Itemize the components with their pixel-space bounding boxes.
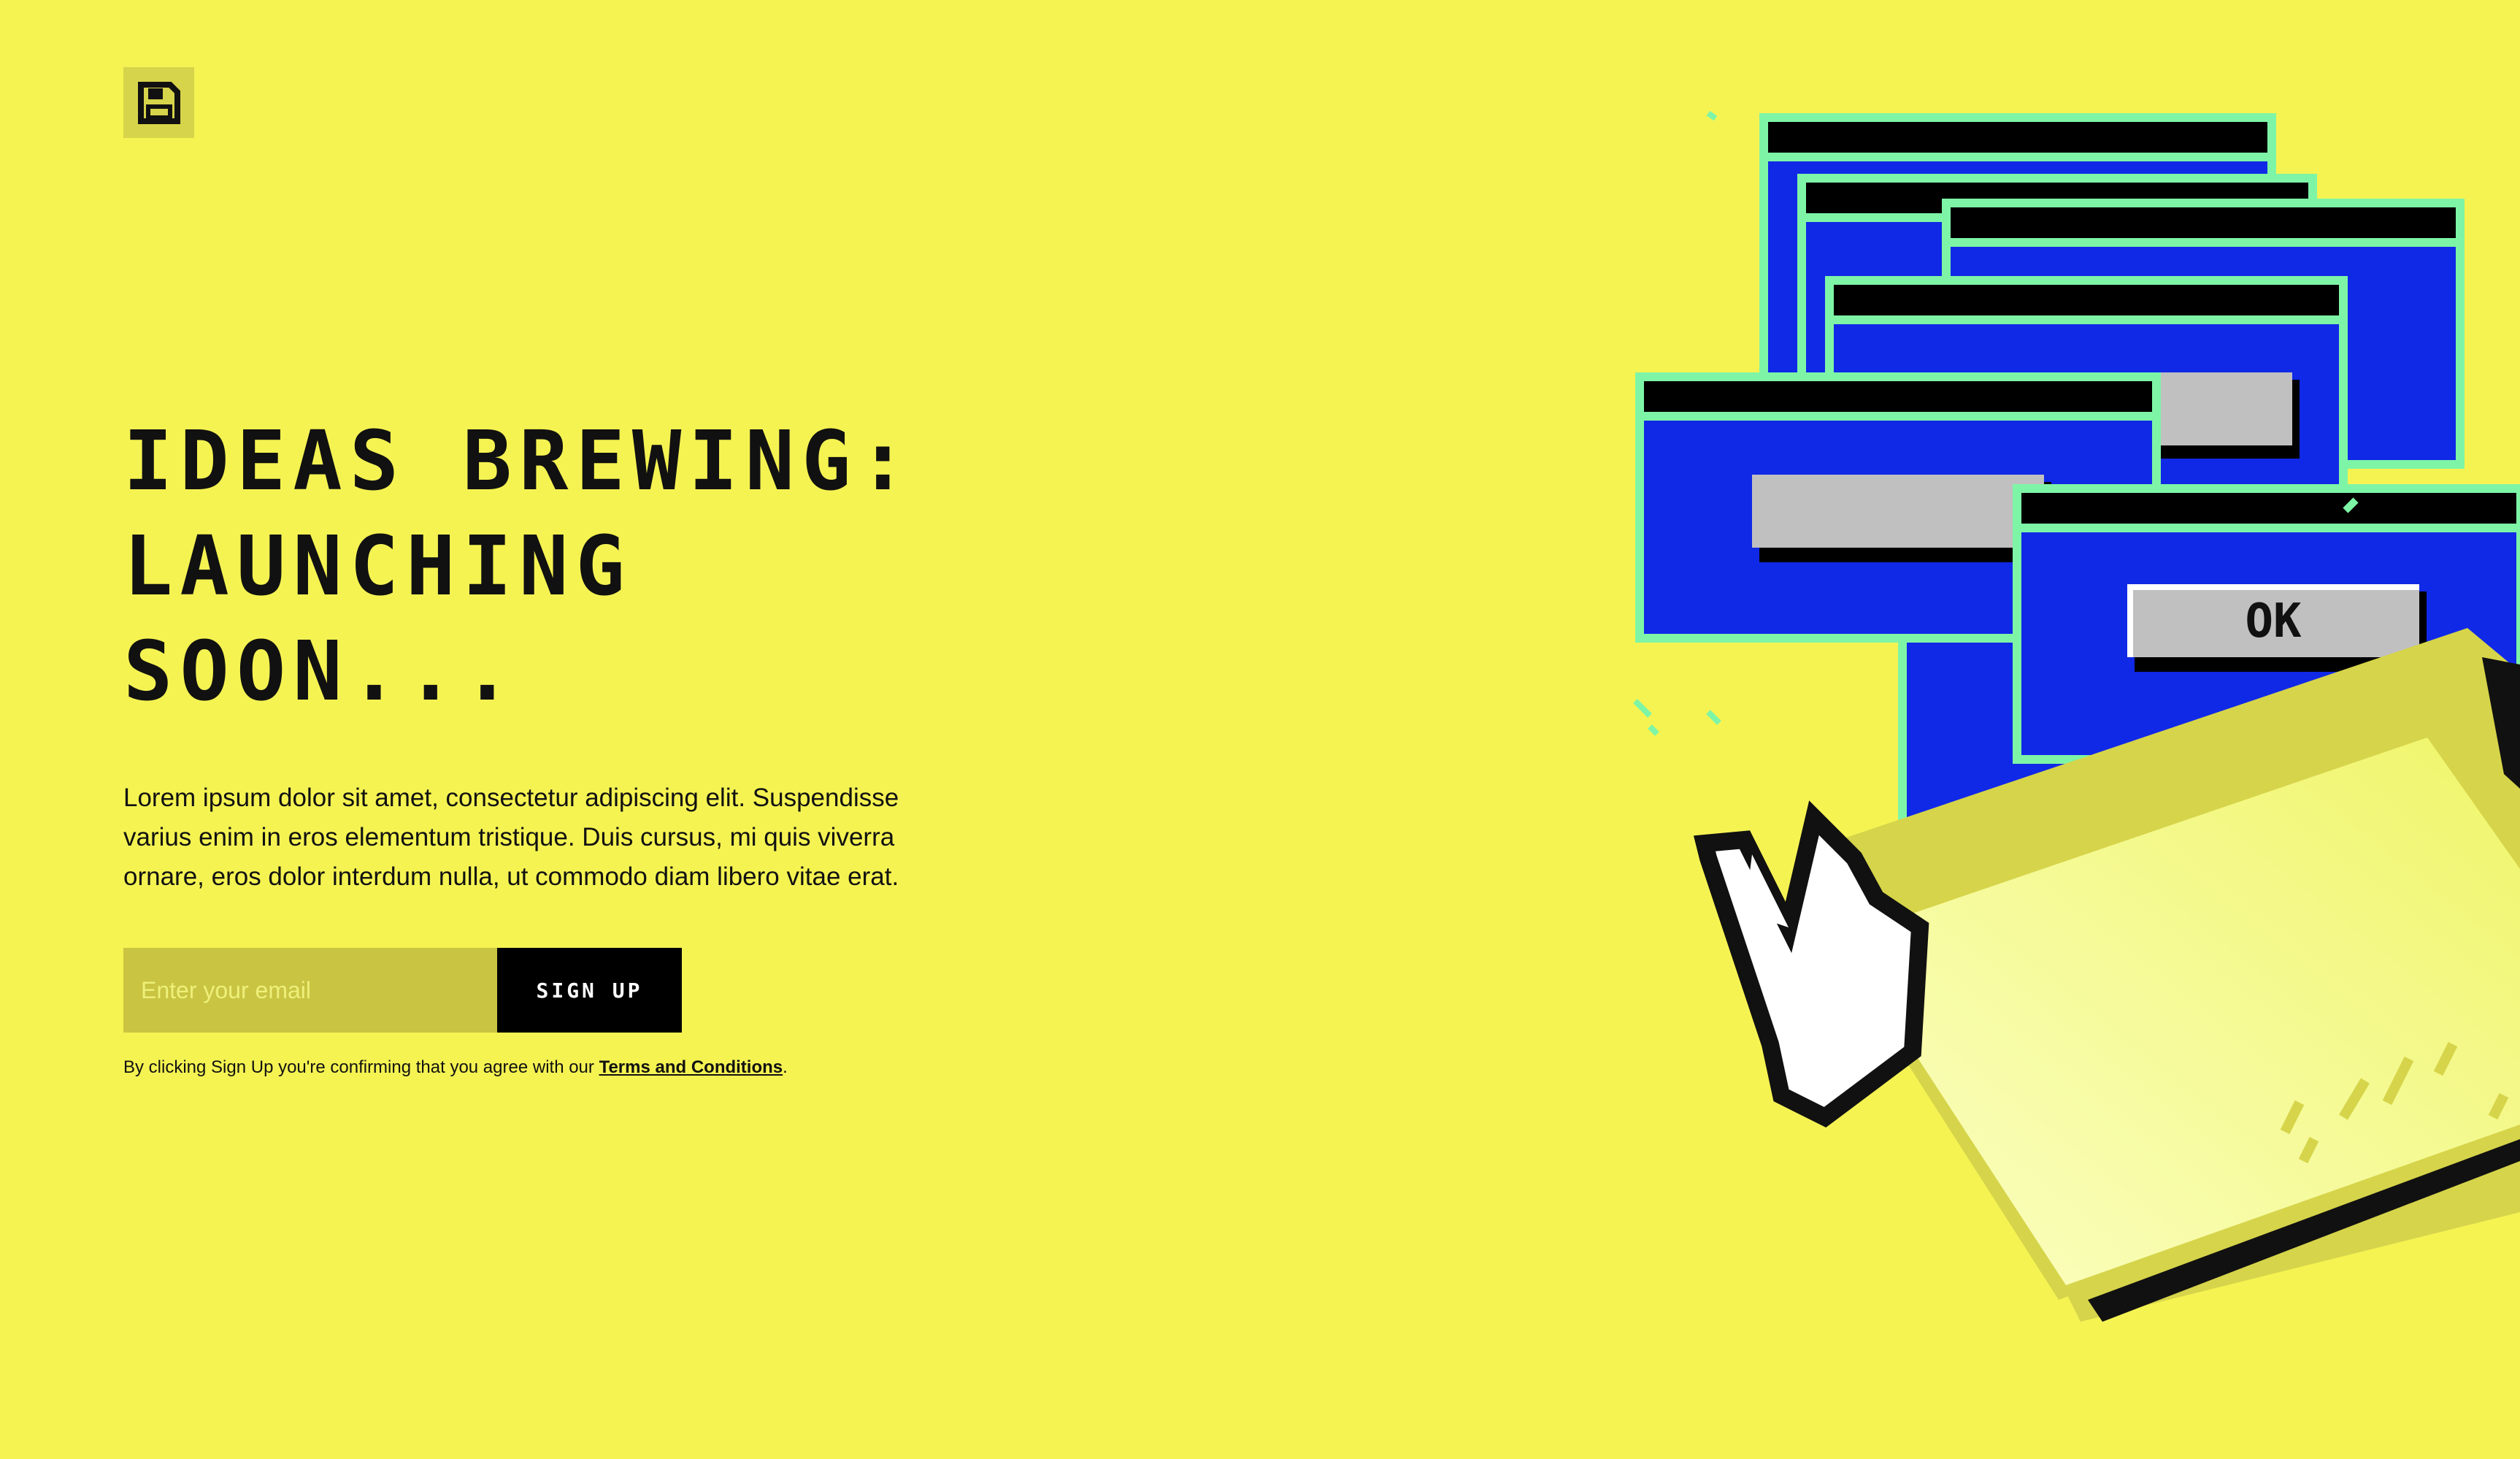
signup-button[interactable]: SIGN UP xyxy=(497,948,682,1033)
legal-suffix: . xyxy=(783,1057,788,1077)
email-field[interactable] xyxy=(123,948,497,1033)
hero-illustration: OK xyxy=(1606,88,2520,1329)
floppy-disk-icon xyxy=(137,81,180,124)
legal-text: By clicking Sign Up you're confirming th… xyxy=(123,1057,999,1078)
hero-section: IDEAS BREWING: LAUNCHING SOON... Lorem i… xyxy=(123,409,999,1078)
legal-prefix: By clicking Sign Up you're confirming th… xyxy=(123,1057,599,1077)
signup-form: SIGN UP xyxy=(123,948,999,1033)
page-title: IDEAS BREWING: LAUNCHING SOON... xyxy=(123,409,999,724)
ok-button-label: OK xyxy=(2245,594,2302,648)
headline-line-3: SOON... xyxy=(123,624,520,719)
headline-line-1: IDEAS BREWING: xyxy=(123,414,915,509)
hero-description: Lorem ipsum dolor sit amet, consectetur … xyxy=(123,784,899,891)
headline-line-2: LAUNCHING xyxy=(123,519,632,614)
terms-link[interactable]: Terms and Conditions xyxy=(599,1057,783,1077)
logo[interactable] xyxy=(123,67,194,138)
window-stack-illustration: OK xyxy=(1633,110,2520,1322)
